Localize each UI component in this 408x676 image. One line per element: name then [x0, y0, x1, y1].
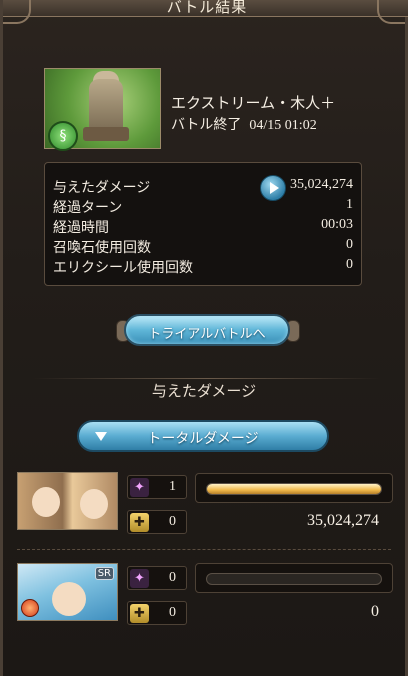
stat-value: 0 — [346, 237, 353, 252]
dummy-body — [89, 79, 123, 131]
enemy-name: エクストリーム・木人＋ — [171, 94, 336, 112]
enemy-portrait: § — [44, 68, 161, 151]
section-divider — [33, 378, 381, 379]
total-damage-dropdown[interactable]: トータルダメージ — [77, 420, 329, 452]
stat-value: 35,024,274 — [290, 177, 353, 192]
stat-label: 経過時間 — [53, 220, 109, 236]
cross-count: 0 — [169, 514, 176, 529]
character-face — [80, 489, 108, 519]
row-separator — [17, 549, 391, 550]
sparkle-icon: ✦ — [130, 478, 149, 497]
trial-battle-label: トライアルバトルへ — [148, 327, 266, 342]
sparkle-icon: ✦ — [130, 569, 149, 588]
stat-label: 経過ターン — [53, 200, 123, 216]
star-count: 1 — [169, 479, 176, 494]
stat-row-time: 経過時間 00:03 — [53, 217, 353, 237]
rarity-badge: SR — [94, 567, 114, 580]
character-portrait-1[interactable] — [17, 472, 118, 530]
character-damage: 0 — [371, 603, 379, 620]
dummy-stand — [83, 127, 129, 141]
damage-bar-track — [206, 573, 382, 585]
cross-count: 0 — [169, 605, 176, 620]
trial-battle-button[interactable]: トライアルバトルへ — [124, 314, 290, 346]
character-face — [32, 487, 60, 517]
damage-bar — [195, 563, 393, 593]
frame-corner-left — [3, 0, 31, 24]
stat-value: 00:03 — [321, 217, 353, 232]
damage-bar-track — [206, 483, 382, 495]
character-face — [52, 582, 86, 616]
cross-count-box: ✚ 0 — [127, 510, 187, 534]
star-count: 0 — [169, 570, 176, 585]
stats-panel: 与えたダメージ 35,024,274 経過ターン 1 経過時間 00:03 召喚… — [44, 162, 362, 286]
window-title: バトル結果 — [166, 0, 248, 16]
wind-element-icon: § — [48, 121, 78, 151]
battle-date: 04/15 01:02 — [249, 118, 317, 133]
damage-bar-fill — [207, 484, 381, 494]
stat-row-elixir: エリクシール使用回数 0 — [53, 257, 353, 277]
cross-icon: ✚ — [130, 604, 149, 623]
cross-count-box: ✚ 0 — [127, 601, 187, 625]
stat-row-damage: 与えたダメージ 35,024,274 — [53, 175, 353, 201]
star-count-box: ✦ 1 — [127, 475, 187, 499]
frame-corner-right — [377, 0, 405, 24]
stat-row-summon: 召喚石使用回数 0 — [53, 237, 353, 257]
total-damage-label: トータルダメージ — [147, 431, 259, 447]
battle-result-window: バトル結果 § エクストリーム・木人＋ バトル終了 04/15 01:02 与えた… — [0, 0, 408, 676]
stat-label: 与えたダメージ — [53, 180, 151, 196]
stat-row-turns: 経過ターン 1 — [53, 197, 353, 217]
stat-value: 1 — [346, 197, 353, 212]
stat-value: 0 — [346, 257, 353, 272]
star-count-box: ✦ 0 — [127, 566, 187, 590]
cross-icon: ✚ — [130, 513, 149, 532]
character-damage: 35,024,274 — [307, 512, 379, 529]
title-bar: バトル結果 — [3, 0, 408, 17]
damage-bar — [195, 473, 393, 503]
character-portrait-2[interactable]: SR — [17, 563, 118, 621]
stat-label: 召喚石使用回数 — [53, 240, 151, 256]
battle-status-line: バトル終了 04/15 01:02 — [171, 114, 317, 134]
battle-status: バトル終了 — [171, 117, 242, 133]
stat-label: エリクシール使用回数 — [53, 260, 193, 276]
damage-heading: 与えたダメージ — [151, 382, 257, 400]
fire-element-icon — [21, 599, 39, 617]
